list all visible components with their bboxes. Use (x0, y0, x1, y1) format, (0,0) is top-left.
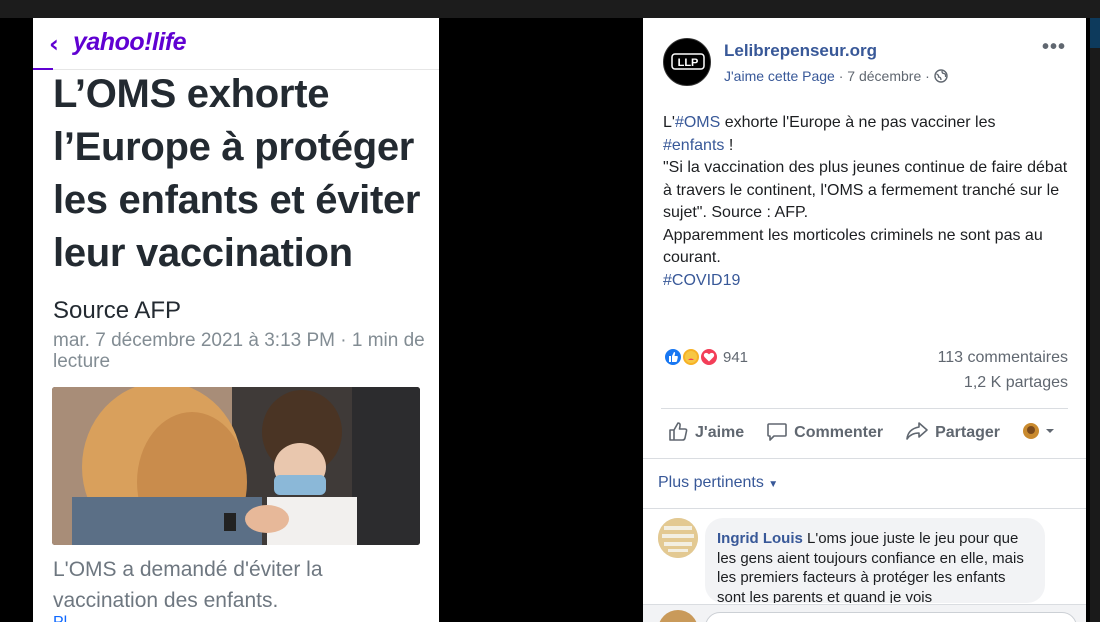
reaction-picker-button[interactable] (1022, 422, 1062, 445)
divider (643, 508, 1086, 509)
write-comment-input[interactable] (705, 612, 1077, 622)
post-meta: J'aime cette Page · 7 décembre · (724, 68, 948, 86)
article-photo (52, 387, 420, 545)
like-page-link[interactable]: J'aime cette Page (724, 68, 835, 84)
page-name-link[interactable]: Lelibrepenseur.org (724, 41, 877, 61)
hashtag-oms[interactable]: #OMS (675, 114, 720, 131)
facebook-post-panel: LLP Lelibrepenseur.org J'aime cette Page… (643, 18, 1086, 622)
background-accent (1090, 18, 1100, 48)
profile-reaction-icon (1022, 422, 1062, 445)
comment-label: Commenter (794, 424, 884, 441)
post-date[interactable]: · 7 décembre · (839, 68, 930, 84)
comment-sort-dropdown[interactable]: Plus pertinents ▼ (658, 474, 778, 492)
post-actions: J'aime Commenter Partager (667, 420, 1084, 446)
share-arrow-icon (905, 420, 935, 447)
hashtag-enfants[interactable]: #enfants (663, 137, 724, 154)
comment-button[interactable]: Commenter (766, 420, 883, 447)
like-button[interactable]: J'aime (667, 420, 744, 447)
comment-bubble-icon (766, 420, 794, 447)
love-reaction-icon (699, 347, 719, 367)
share-label: Partager (935, 424, 1000, 441)
page-avatar[interactable]: LLP (663, 38, 711, 86)
write-comment-bar (643, 604, 1086, 622)
caret-down-icon: ▼ (768, 479, 779, 490)
header-accent-line (33, 68, 53, 70)
reactions-summary[interactable]: 941 (663, 346, 748, 368)
shares-count-link[interactable]: 1,2 K partages (964, 374, 1068, 392)
divider (661, 408, 1068, 409)
like-label: J'aime (695, 424, 745, 441)
post-text: L'#OMS exhorte l'Europe à ne pas vaccine… (663, 112, 1068, 292)
post-text-quote: "Si la vaccination des plus jeunes conti… (663, 159, 1068, 221)
read-more-link[interactable]: Pl (53, 614, 67, 622)
photo-caption: L'OMS a demandé d'éviter la vaccination … (53, 558, 323, 612)
post-text-segment: L' (663, 114, 675, 131)
yahoo-header: ‹ yahoo!life (33, 18, 439, 70)
like-reaction-icon (663, 347, 683, 367)
article-date: mar. 7 décembre 2021 à 3:13 PM · 1 min d… (53, 330, 425, 372)
post-text-segment: exhorte l'Europe à ne pas vacciner les (720, 114, 996, 131)
sort-label: Plus pertinents (658, 474, 764, 491)
reactions-count: 941 (723, 348, 749, 366)
yahoo-life-logo[interactable]: yahoo!life (73, 28, 187, 57)
commenter-avatar[interactable] (658, 518, 698, 558)
post-text-comment: Apparemment les morticoles criminels ne … (663, 226, 1043, 267)
article-source: Source AFP (53, 297, 182, 324)
globe-icon (933, 69, 948, 86)
current-user-avatar (658, 610, 698, 622)
background-window-edge (1090, 18, 1100, 622)
comment-bubble: Ingrid Louis L'oms joue juste le jeu pou… (705, 518, 1045, 603)
hashtag-covid19[interactable]: #COVID19 (663, 272, 740, 289)
svg-text:LLP: LLP (678, 57, 699, 69)
share-button[interactable]: Partager (905, 420, 1000, 447)
thumbs-up-icon (667, 420, 695, 447)
care-reaction-icon (681, 347, 701, 367)
divider (643, 458, 1086, 459)
back-chevron-icon[interactable]: ‹ (49, 30, 59, 58)
more-options-icon[interactable]: ••• (1042, 36, 1066, 59)
comment-author-link[interactable]: Ingrid Louis (717, 530, 803, 547)
article-headline: L’OMS exhorte l’Europe à protéger les en… (53, 72, 421, 275)
yahoo-article-panel: ‹ yahoo!life L’OMS exhorte l’Europe à pr… (33, 18, 439, 622)
window-top-bar (0, 0, 1100, 18)
comments-count-link[interactable]: 113 commentaires (938, 349, 1068, 367)
post-text-segment: ! (724, 136, 734, 154)
